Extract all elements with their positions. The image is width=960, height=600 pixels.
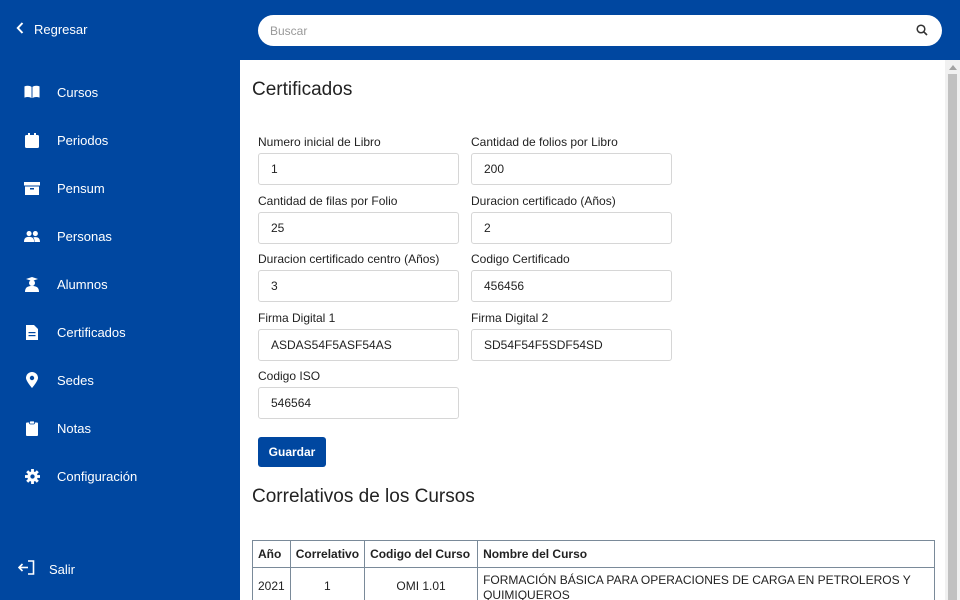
- field-label: Cantidad de folios por Libro: [471, 135, 618, 149]
- table-cell: FORMACIÓN BÁSICA PARA OPERACIONES DE CAR…: [477, 567, 935, 600]
- table-row[interactable]: 2021 1 OMI 1.01 FORMACIÓN BÁSICA PARA OP…: [252, 567, 935, 600]
- save-button[interactable]: Guardar: [258, 437, 326, 467]
- people-icon: [24, 228, 40, 244]
- section-title: Correlativos de los Cursos: [252, 486, 475, 507]
- sidebar-item-label: Certificados: [57, 324, 126, 340]
- map-pin-icon: [24, 372, 40, 388]
- field-label: Firma Digital 2: [471, 311, 549, 325]
- sidebar: Regresar Cursos Periodos Pensum Personas: [0, 0, 240, 600]
- duracion-certificado-input[interactable]: 2: [471, 212, 672, 244]
- field-label: Codigo Certificado: [471, 252, 570, 266]
- calendar-icon: [24, 132, 40, 148]
- archive-icon: [24, 180, 40, 196]
- codigo-certificado-input[interactable]: 456456: [471, 270, 672, 302]
- gear-icon: [24, 468, 40, 484]
- sidebar-item-sedes[interactable]: Sedes: [0, 356, 240, 404]
- field-label: Firma Digital 1: [258, 311, 336, 325]
- table-cell: 2021: [252, 567, 291, 600]
- search-bar: [258, 15, 942, 46]
- table-cell: 1: [289, 567, 366, 600]
- duracion-certificado-field: Duracion certificado (Años) 2: [471, 194, 672, 244]
- search-input[interactable]: [270, 23, 916, 38]
- column-header: Nombre del Curso: [477, 540, 935, 568]
- column-header: Correlativo: [289, 540, 366, 568]
- codigo-iso-field: Codigo ISO 546564: [258, 369, 459, 419]
- cantidad-folios-field: Cantidad de folios por Libro 200: [471, 135, 672, 185]
- cantidad-filas-field: Cantidad de filas por Folio 25: [258, 194, 459, 244]
- column-header: Año: [252, 540, 291, 568]
- search-icon[interactable]: [916, 23, 930, 38]
- page-title: Certificados: [252, 79, 353, 100]
- graduate-icon: [24, 276, 40, 292]
- field-label: Codigo ISO: [258, 369, 321, 383]
- duracion-certificado-centro-input[interactable]: 3: [258, 270, 459, 302]
- sidebar-item-label: Configuración: [57, 468, 138, 484]
- logout-label: Salir: [49, 561, 76, 577]
- book-icon: [24, 84, 40, 100]
- column-header: Codigo del Curso: [364, 540, 479, 568]
- sidebar-item-configuracion[interactable]: Configuración: [0, 452, 240, 500]
- codigo-iso-input[interactable]: 546564: [258, 387, 459, 419]
- scrollbar-thumb[interactable]: [948, 74, 957, 600]
- sidebar-item-personas[interactable]: Personas: [0, 212, 240, 260]
- back-button[interactable]: Regresar: [16, 22, 87, 37]
- sidebar-item-alumnos[interactable]: Alumnos: [0, 260, 240, 308]
- table-header-row: Año Correlativo Codigo del Curso Nombre …: [252, 540, 935, 568]
- sidebar-item-label: Pensum: [57, 180, 105, 196]
- firma-digital-1-input[interactable]: ASDAS54F5ASF54AS: [258, 329, 459, 361]
- scrollbar[interactable]: [945, 60, 960, 600]
- firma-digital-1-field: Firma Digital 1 ASDAS54F5ASF54AS: [258, 311, 459, 361]
- sidebar-item-label: Alumnos: [57, 276, 108, 292]
- logout-button[interactable]: Salir: [17, 560, 76, 578]
- field-label: Numero inicial de Libro: [258, 135, 381, 149]
- sidebar-item-certificados[interactable]: Certificados: [0, 308, 240, 356]
- field-label: Duracion certificado centro (Años): [258, 252, 440, 266]
- codigo-certificado-field: Codigo Certificado 456456: [471, 252, 672, 302]
- correlativos-table: Año Correlativo Codigo del Curso Nombre …: [252, 540, 935, 600]
- field-label: Cantidad de filas por Folio: [258, 194, 398, 208]
- sidebar-nav: Cursos Periodos Pensum Personas Alumnos: [0, 68, 240, 500]
- cantidad-filas-input[interactable]: 25: [258, 212, 459, 244]
- document-icon: [24, 324, 40, 340]
- field-label: Duracion certificado (Años): [471, 194, 616, 208]
- sidebar-item-label: Personas: [57, 228, 112, 244]
- sidebar-item-notas[interactable]: Notas: [0, 404, 240, 452]
- sidebar-item-label: Sedes: [57, 372, 94, 388]
- sidebar-item-pensum[interactable]: Pensum: [0, 164, 240, 212]
- logout-icon: [17, 560, 35, 578]
- sidebar-item-periodos[interactable]: Periodos: [0, 116, 240, 164]
- top-bar: [240, 0, 960, 60]
- main-content: Certificados Numero inicial de Libro 1 C…: [240, 60, 945, 600]
- cantidad-folios-input[interactable]: 200: [471, 153, 672, 185]
- firma-digital-2-field: Firma Digital 2 SD54F54F5SDF54SD: [471, 311, 672, 361]
- numero-inicial-libro-field: Numero inicial de Libro 1: [258, 135, 459, 185]
- firma-digital-2-input[interactable]: SD54F54F5SDF54SD: [471, 329, 672, 361]
- duracion-certificado-centro-field: Duracion certificado centro (Años) 3: [258, 252, 459, 302]
- sidebar-item-label: Cursos: [57, 84, 99, 100]
- table-cell: OMI 1.01: [364, 567, 479, 600]
- back-label: Regresar: [34, 22, 88, 37]
- sidebar-item-cursos[interactable]: Cursos: [0, 68, 240, 116]
- numero-inicial-libro-input[interactable]: 1: [258, 153, 459, 185]
- sidebar-item-label: Notas: [57, 420, 91, 436]
- clipboard-icon: [24, 420, 40, 436]
- sidebar-item-label: Periodos: [57, 132, 109, 148]
- chevron-left-icon: [16, 22, 24, 37]
- scroll-up-arrow[interactable]: [949, 65, 957, 70]
